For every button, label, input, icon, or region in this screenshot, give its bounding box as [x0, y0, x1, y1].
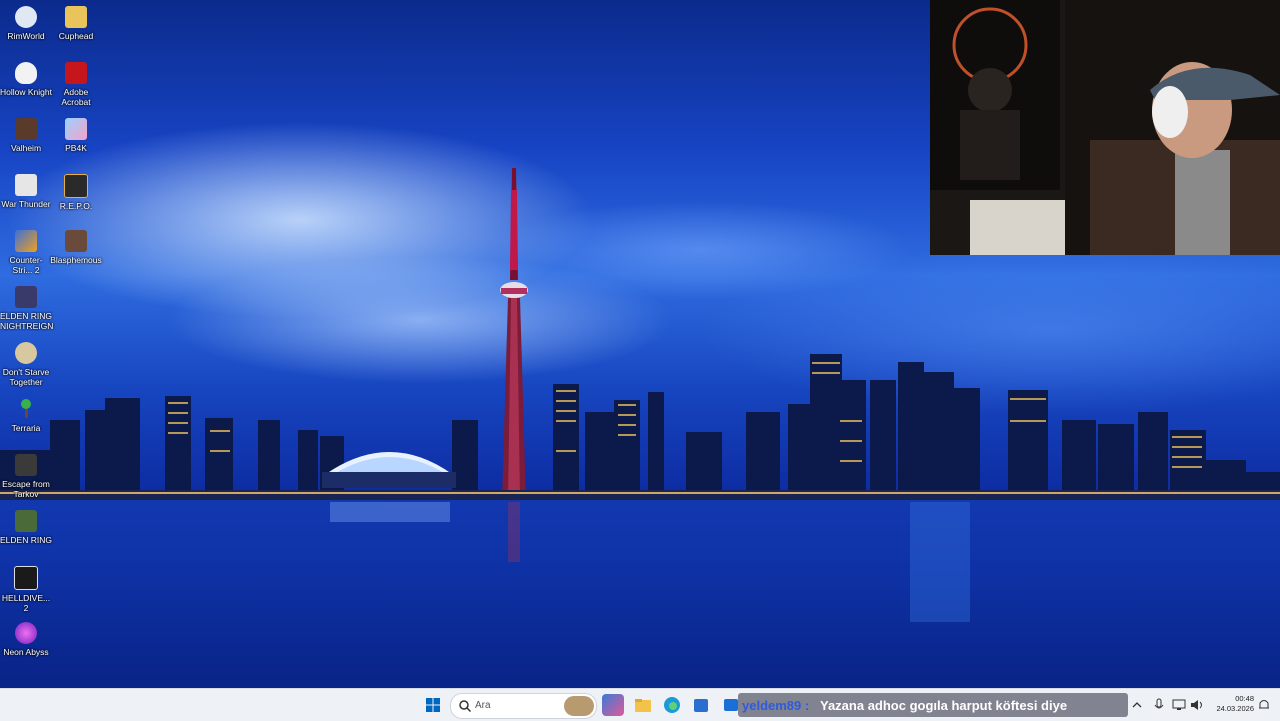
network-button[interactable] [1170, 694, 1188, 716]
speaker-icon [1191, 700, 1202, 710]
elden-ring-nightreign-icon [15, 286, 37, 308]
desktop-icon-hollow-knight[interactable]: Hollow Knight [0, 62, 52, 97]
microphone-icon [1154, 698, 1164, 709]
war-thunder-icon [15, 174, 37, 196]
tray-overflow-button[interactable] [1130, 694, 1144, 716]
search-placeholder: Ara [475, 700, 491, 711]
valheim-icon [15, 118, 37, 140]
start-button[interactable] [422, 694, 444, 716]
desktop-icon-pb4k[interactable]: PB4K [50, 118, 102, 153]
desktop-icon-valheim[interactable]: Valheim [0, 118, 52, 153]
network-icon [1172, 699, 1186, 710]
pb4k-icon [65, 118, 87, 140]
edge-browser-button[interactable] [661, 694, 683, 716]
desktop-icon-counter-strike[interactable]: Counter-Stri... 2 [0, 230, 52, 275]
desktop-icon-adobe-acrobat[interactable]: Adobe Acrobat [50, 62, 102, 107]
desktop-icon-elden-ring[interactable]: ELDEN RING [0, 510, 52, 545]
stream-chat-overlay: yeldem89 : Yazana adhoc gogıla harput kö… [738, 693, 1128, 717]
taskbar-search-box[interactable]: Ara [450, 693, 597, 719]
search-highlight-icon [564, 696, 594, 716]
notification-bell-icon [1259, 700, 1269, 709]
webcam-feed [930, 0, 1280, 255]
taskbar: Ara yeldem89 : Yazana adhoc gogıla harpu… [0, 688, 1280, 721]
elden-ring-icon [15, 510, 37, 532]
chat-message: Yazana adhoc gogıla harput köftesi diye [820, 698, 1068, 713]
cuphead-icon [65, 6, 87, 28]
desktop-icon-elden-ring-nightreign[interactable]: ELDEN RING NIGHTREIGN [0, 286, 53, 331]
windows-logo-icon [426, 698, 440, 712]
chat-username: yeldem89 : [742, 698, 810, 713]
counter-strike-icon [15, 230, 37, 252]
desktop-icon-repo[interactable]: R.E.P.O. [50, 174, 102, 211]
copilot-app-button[interactable] [602, 694, 624, 716]
rimworld-icon [15, 6, 37, 28]
microphone-button[interactable] [1151, 694, 1167, 716]
desktop-icon-dont-starve[interactable]: Don't Starve Together [0, 342, 52, 387]
neon-abyss-icon [15, 622, 37, 644]
chevron-up-icon [1132, 702, 1142, 708]
adobe-acrobat-icon [65, 62, 87, 84]
search-icon [459, 700, 472, 713]
folder-icon [635, 699, 651, 712]
store-button[interactable] [690, 694, 712, 716]
desktop-icon-cuphead[interactable]: Cuphead [50, 6, 102, 41]
hollow-knight-icon [15, 62, 37, 84]
webcam-overlay [930, 0, 1280, 255]
notifications-button[interactable] [1256, 694, 1272, 716]
desktop-icon-rimworld[interactable]: RimWorld [0, 6, 52, 41]
desktop-icon-war-thunder[interactable]: War Thunder [0, 174, 52, 209]
desktop-icon-blasphemous[interactable]: Blasphemous [50, 230, 102, 265]
volume-button[interactable] [1189, 694, 1205, 716]
blasphemous-icon [65, 230, 87, 252]
desktop-icon-terraria[interactable]: Terraria [0, 398, 52, 433]
clock-date: 24.03.2026 [1216, 704, 1254, 713]
desktop-icon-neon-abyss[interactable]: Neon Abyss [0, 622, 52, 657]
file-explorer-button[interactable] [632, 694, 654, 716]
desktop-icon-tarkov[interactable]: Escape from Tarkov [0, 454, 52, 499]
terraria-icon [15, 398, 37, 420]
clock-time: 00:48 [1235, 694, 1254, 703]
desktop-icon-helldivers[interactable]: HELLDIVE... 2 [0, 566, 52, 613]
tarkov-icon [15, 454, 37, 476]
dont-starve-icon [15, 342, 37, 364]
taskbar-clock[interactable]: 00:48 24.03.2026 [1212, 694, 1254, 714]
helldivers-icon [14, 566, 38, 590]
repo-icon [64, 174, 88, 198]
edge-icon [664, 697, 680, 713]
store-icon [694, 699, 708, 712]
